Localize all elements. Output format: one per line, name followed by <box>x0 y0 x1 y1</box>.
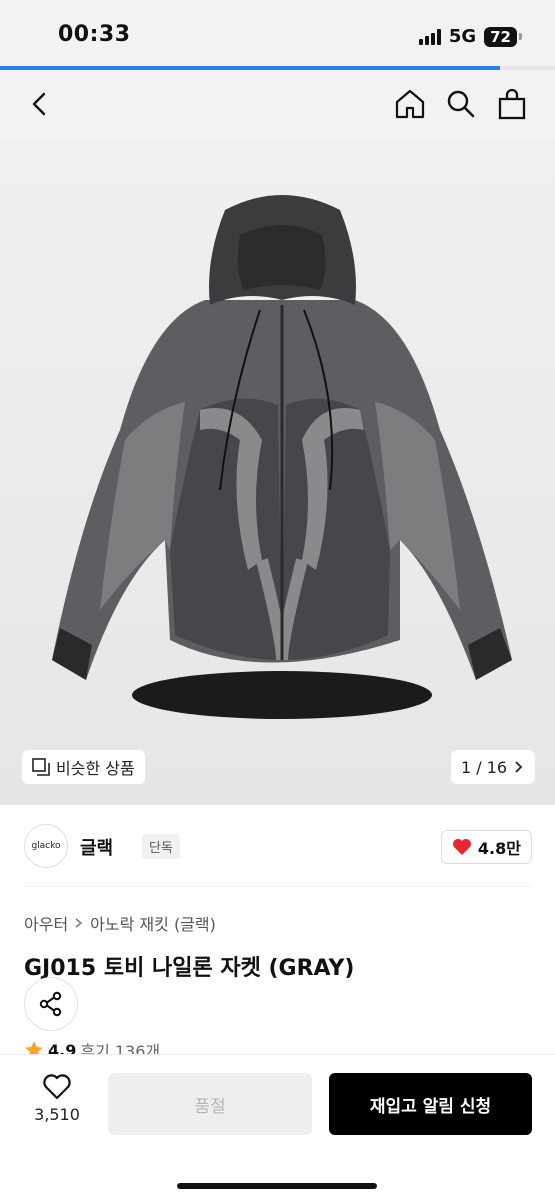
similar-label: 비슷한 상품 <box>56 759 135 778</box>
back-icon[interactable] <box>22 86 58 122</box>
product-title: GJ015 토비 나일론 자켓 (GRAY) <box>24 956 355 981</box>
share-icon <box>39 991 62 1017</box>
favorite-button[interactable]: 3,510 <box>22 1073 92 1124</box>
soldout-button: 품절 <box>108 1073 312 1135</box>
status-bar: 00:33 5G 72 <box>0 0 555 66</box>
bag-icon[interactable] <box>494 86 530 122</box>
brand-logo[interactable]: glacko <box>24 824 68 868</box>
search-icon[interactable] <box>443 86 479 122</box>
home-indicator <box>177 1183 377 1189</box>
battery-icon: 72 <box>484 26 522 47</box>
image-counter-button[interactable]: 1 / 16 <box>451 750 536 784</box>
status-indicators: 5G 72 <box>418 26 522 47</box>
similar-icon <box>32 758 50 776</box>
image-counter: 1 / 16 <box>461 757 508 777</box>
network-type: 5G <box>448 26 477 47</box>
share-button[interactable] <box>24 977 78 1031</box>
similar-products-button[interactable]: 비슷한 상품 <box>22 750 145 784</box>
status-time: 00:33 <box>58 22 131 47</box>
heart-filled-icon <box>452 839 471 855</box>
exclusive-badge: 단독 <box>142 834 180 859</box>
product-image[interactable] <box>0 140 555 805</box>
signal-icon <box>418 28 441 45</box>
favorite-count: 3,510 <box>34 1105 80 1124</box>
brand-row: glacko 글랙 단독 4.8만 <box>24 822 532 872</box>
jacket-illustration <box>52 195 512 719</box>
home-icon[interactable] <box>392 86 428 122</box>
breadcrumb-category[interactable]: 아우터 <box>24 911 68 935</box>
breadcrumb: 아우터 아노락 재킷 (글랙) <box>24 911 216 935</box>
bottom-action-bar: 3,510 품절 재입고 알림 신청 <box>0 1054 555 1200</box>
chevron-right-icon <box>515 761 523 773</box>
brand-like-count: 4.8만 <box>477 839 521 858</box>
heart-outline-icon <box>43 1074 71 1100</box>
restock-alert-button[interactable]: 재입고 알림 신청 <box>329 1073 532 1135</box>
brand-like-button[interactable]: 4.8만 <box>440 830 532 864</box>
chevron-right-icon <box>75 918 83 928</box>
top-nav <box>0 70 555 140</box>
breadcrumb-subcategory[interactable]: 아노락 재킷 (글랙) <box>90 911 216 935</box>
divider <box>24 886 532 887</box>
brand-name[interactable]: 글랙 <box>80 834 113 860</box>
